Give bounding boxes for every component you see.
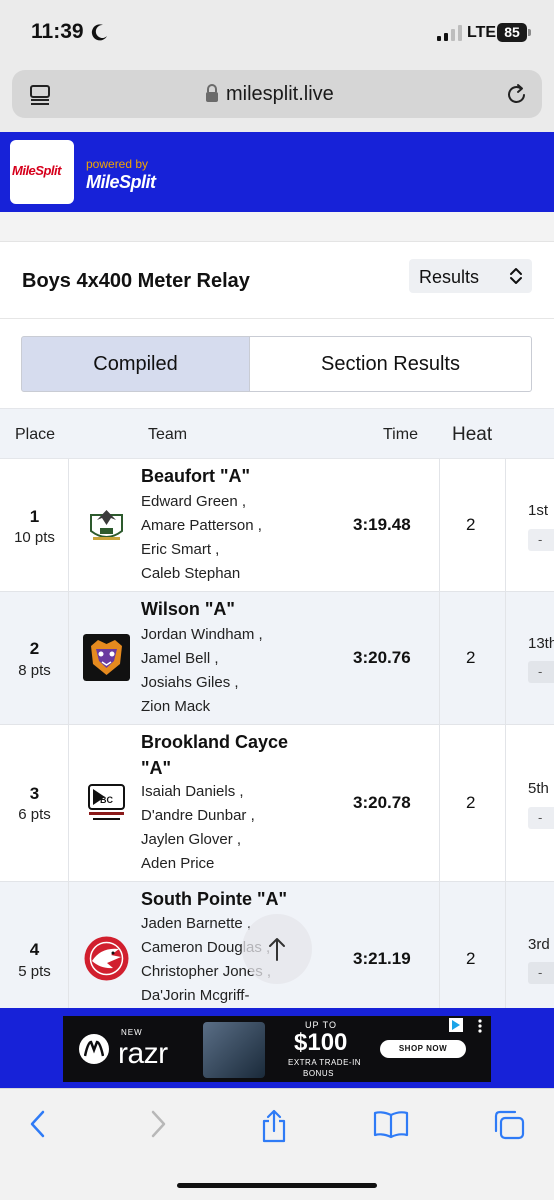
place-value: 1 [29,507,40,526]
column-divider [439,882,440,1008]
athlete-name[interactable]: Edward Green , [141,493,246,510]
reader-icon[interactable] [28,82,52,106]
section-chip: - [528,661,554,683]
battery-nub [528,29,531,36]
back-icon[interactable] [28,1109,48,1139]
lock-icon [206,84,218,102]
athlete-name[interactable]: Josiahs Giles , [141,674,239,691]
points-value: 5 pts [18,963,51,980]
points-value: 8 pts [18,662,51,679]
athlete-name[interactable]: Caleb Stephan [141,565,240,582]
ad-brand: razr [118,1037,168,1070]
logo-text: MileSplit [12,163,61,178]
powered-by-logo: MileSplit [86,172,156,192]
select-arrows-icon [510,268,522,284]
athlete-name[interactable]: Eric Smart , [141,541,219,558]
section-chip: - [528,962,554,984]
ad-bonus: BONUS [303,1069,334,1078]
athlete-name[interactable]: Jaden Barnette , [141,915,251,932]
column-divider [439,459,440,592]
time-value: 3:19.48 [353,515,411,534]
brookland-cayce-logo: BC [83,779,130,826]
athlete-name[interactable]: Da'Jorin Mcgriff- [141,987,249,1004]
athlete-name[interactable]: Jaylen Glover , [141,831,241,848]
tab-compiled[interactable]: Compiled [21,336,250,392]
ad-phone-image [203,1022,265,1078]
svg-text:BC: BC [100,795,113,805]
column-header-team[interactable]: Team [148,426,187,444]
forward-icon[interactable] [148,1109,168,1139]
share-icon[interactable] [259,1109,289,1143]
column-divider [505,459,506,592]
place-value: 2 [29,639,40,658]
team-name[interactable]: Brookland Cayce [141,729,288,755]
athlete-name[interactable]: D'andre Dunbar , [141,807,255,824]
athlete-name[interactable]: Aden Price [141,855,214,872]
athlete-name[interactable]: Zion Mack [141,698,210,715]
section-place: 5th [528,780,549,797]
athlete-name[interactable]: Isaiah Daniels , [141,783,244,800]
athlete-name[interactable]: Jamel Bell , [141,650,219,667]
network-type: LTE [467,24,497,41]
team-name[interactable]: Beaufort "A" [141,463,250,489]
ad-choices-icon[interactable] [449,1018,463,1032]
time-value: 3:21.19 [353,949,411,968]
section-place: 13th [528,635,554,652]
team-name[interactable]: South Pointe "A" [141,886,287,912]
tab-section-results[interactable]: Section Results [249,336,532,392]
divider [0,318,554,319]
powered-by-label: powered by [86,157,149,171]
section-chip: - [528,529,554,551]
ad-price: $100 [294,1029,348,1056]
points-value: 6 pts [18,806,51,823]
scroll-to-top-button[interactable] [242,914,312,984]
column-header-time[interactable]: Time [383,426,418,444]
arrow-up-icon [269,938,285,961]
wilson-logo [83,634,130,681]
battery-indicator: 85 [497,23,527,42]
column-divider [439,592,440,725]
column-divider [505,592,506,725]
site-header [0,132,554,212]
section-chip: - [528,807,554,829]
heat-value: 2 [466,515,476,534]
beaufort-logo [83,501,130,548]
team-name[interactable]: Wilson "A" [141,596,235,622]
moon-icon [91,24,107,41]
event-title: Boys 4x400 Meter Relay [22,270,250,292]
place-value: 4 [29,940,40,959]
time-value: 3:20.76 [353,648,411,667]
heat-value: 2 [466,793,476,812]
column-divider [505,725,506,882]
results-select-value: Results [419,267,480,287]
spacer-strip [0,212,554,242]
section-place: 1st [528,502,549,519]
place-value: 3 [29,784,40,803]
ad-new-label: NEW [121,1028,143,1037]
heat-value: 2 [466,648,476,667]
column-divider [505,882,506,1008]
column-header-place[interactable]: Place [15,426,55,444]
motorola-mark-icon [84,1040,104,1057]
heat-value: 2 [466,949,476,968]
signal-icon [437,25,462,41]
ad-menu-icon[interactable] [477,1018,483,1034]
athlete-name[interactable]: Amare Patterson , [141,517,262,534]
section-place: 3rd [528,936,550,953]
athlete-name[interactable]: Jordan Windham , [141,626,263,643]
ad-extra: EXTRA TRADE-IN [288,1058,362,1067]
column-divider [439,725,440,882]
tabs-icon[interactable] [492,1109,526,1141]
time-value: 3:20.78 [353,793,411,812]
column-header-heat[interactable]: Heat [452,424,492,446]
home-indicator [177,1183,377,1188]
status-time: 11:39 [31,20,84,43]
points-value: 10 pts [14,529,55,546]
bookmarks-icon[interactable] [373,1109,409,1139]
url-text[interactable]: milesplit.live [226,83,334,106]
team-name-continued[interactable]: "A" [141,755,171,781]
ad-shop-now-button[interactable]: SHOP NOW [380,1040,466,1058]
south-pointe-logo [84,936,129,981]
reload-icon[interactable] [506,82,528,106]
